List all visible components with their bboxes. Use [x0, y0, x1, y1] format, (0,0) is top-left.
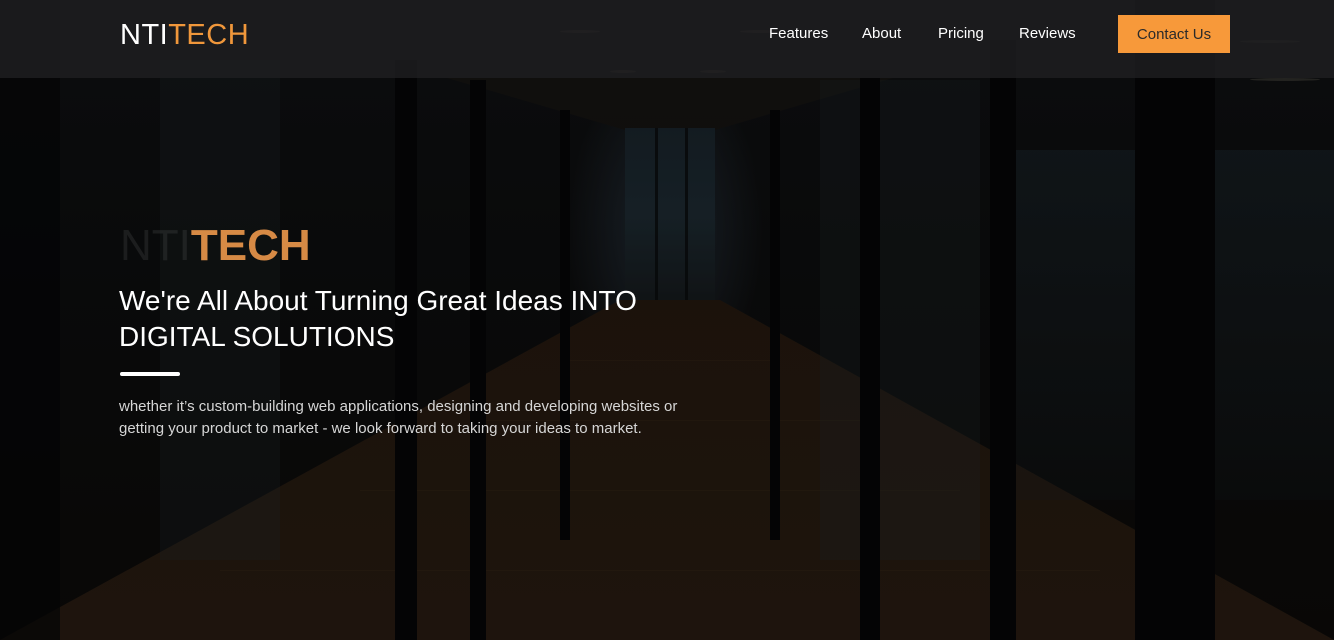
hero-description: whether it’s custom-building web applica… — [119, 398, 678, 437]
hero-divider — [120, 372, 180, 376]
hero-title: We're All About Turning Great Ideas INTO… — [119, 285, 637, 352]
brand-logo[interactable]: NTITECH — [120, 17, 249, 53]
nav-link-reviews[interactable]: Reviews — [1019, 24, 1076, 44]
contact-us-button[interactable]: Contact Us — [1118, 15, 1230, 53]
nav-link-about[interactable]: About — [862, 24, 901, 44]
top-navbar: NTITECH Features About Pricing Reviews C… — [0, 0, 1334, 78]
hero-brand-accent: TECH — [190, 221, 311, 270]
hero-brand-heading: NTITECH — [120, 220, 311, 272]
nav-link-pricing[interactable]: Pricing — [938, 24, 984, 44]
brand-logo-accent: TECH — [168, 19, 250, 51]
brand-logo-prefix: NTI — [120, 19, 169, 51]
hero-brand-prefix: NTI — [120, 221, 191, 270]
nav-link-features[interactable]: Features — [769, 24, 828, 44]
landing-page: NTITECH Features About Pricing Reviews C… — [0, 0, 1334, 640]
